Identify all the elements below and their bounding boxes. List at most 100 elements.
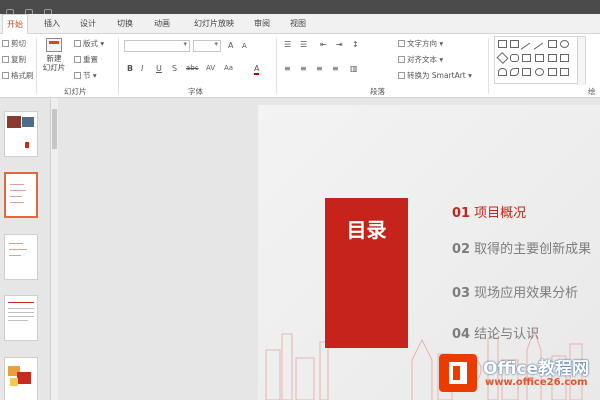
ribbon-tabs: 开始 插入 设计 切换 动画 幻灯片放映 审阅 视图	[0, 14, 600, 35]
shrink-font-button[interactable]: A	[242, 42, 247, 50]
copy-button[interactable]: 复制	[2, 54, 26, 65]
section-icon	[74, 72, 81, 79]
justify-icon[interactable]: ≡	[332, 64, 339, 73]
toc-item-number: 03	[452, 286, 471, 301]
text-direction-icon	[398, 40, 405, 47]
tab-animations[interactable]: 动画	[150, 14, 174, 34]
tab-slideshow[interactable]: 幻灯片放映	[190, 14, 238, 34]
section-button[interactable]: 节 ▾	[74, 70, 97, 81]
textbox-shape-icon[interactable]	[498, 40, 507, 48]
powerpoint-window: 开始 插入 设计 切换 动画 幻灯片放映 审阅 视图 剪切 复制 格式刷 新建 …	[0, 0, 600, 400]
underline-button[interactable]: U	[156, 64, 162, 73]
tab-home[interactable]: 开始	[2, 14, 28, 35]
smartart-label: 转换为 SmartArt	[407, 71, 466, 80]
italic-button[interactable]: I	[141, 64, 143, 73]
scroll-thumb[interactable]	[52, 109, 57, 149]
text-direction-button[interactable]: 文字方向 ▾	[398, 38, 443, 49]
scissors-icon	[2, 40, 9, 47]
font-name-select[interactable]	[124, 40, 190, 52]
smartart-button[interactable]: 转换为 SmartArt ▾	[398, 70, 472, 81]
divider	[36, 38, 37, 94]
tab-view[interactable]: 视图	[286, 14, 310, 34]
elbow-connector-icon[interactable]	[535, 54, 544, 62]
toc-item-text: 现场应用效果分析	[474, 286, 579, 301]
brush-icon	[2, 72, 9, 79]
shadow-button[interactable]: S	[172, 64, 177, 73]
columns-icon[interactable]: ▥	[350, 64, 358, 73]
new-slide-icon	[46, 38, 62, 52]
align-right-icon[interactable]: ≡	[316, 64, 323, 73]
toc-title: 目录	[346, 218, 387, 242]
format-painter-label: 格式刷	[11, 71, 34, 80]
title-bar	[0, 0, 600, 17]
copy-icon	[2, 56, 9, 63]
triangle-shape-icon[interactable]	[522, 54, 531, 62]
format-painter-button[interactable]: 格式刷	[2, 70, 34, 81]
slide-thumbnail-selected[interactable]	[4, 172, 38, 218]
grow-font-button[interactable]: A	[228, 41, 233, 50]
toc-item-number: 02	[452, 242, 471, 257]
thumbnail-scrollbar[interactable]	[50, 99, 58, 400]
font-size-select[interactable]	[193, 40, 221, 52]
brace-shape-icon[interactable]	[522, 68, 531, 76]
oval-shape-icon[interactable]	[560, 40, 569, 48]
numbering-icon[interactable]: ☰	[300, 40, 307, 49]
slide-thumbnail[interactable]	[4, 111, 38, 157]
slide-thumbnail[interactable]	[4, 234, 38, 280]
bold-button[interactable]: B	[127, 64, 133, 73]
align-text-button[interactable]: 对齐文本 ▾	[398, 54, 443, 65]
smartart-icon	[398, 72, 405, 79]
ribbon: 剪切 复制 格式刷 新建 幻灯片 版式 ▾ 重置 节 ▾ 幻灯片 A A B I…	[0, 34, 600, 98]
quick-access-toolbar	[6, 2, 66, 17]
cut-label: 剪切	[11, 39, 26, 48]
align-left-icon[interactable]: ≡	[284, 64, 291, 73]
reset-icon	[74, 56, 81, 63]
toc-item-number: 01	[452, 206, 471, 221]
divider	[276, 38, 277, 94]
arc-shape-icon[interactable]	[498, 68, 507, 76]
char-spacing-button[interactable]: AV	[206, 64, 215, 72]
toc-item-2: 02 取得的主要创新成果	[452, 238, 591, 257]
new-slide-button[interactable]: 新建 幻灯片	[40, 38, 68, 72]
toc-item-text: 项目概况	[474, 206, 527, 221]
gallery-scroll[interactable]	[577, 37, 585, 85]
slide-thumbnail[interactable]	[4, 357, 38, 400]
rectangle-shape-icon[interactable]	[548, 40, 557, 48]
slide-thumbnail[interactable]	[4, 295, 38, 341]
shapes-gallery[interactable]	[494, 36, 586, 85]
align-center-icon[interactable]: ≡	[300, 64, 307, 73]
callout-shape-icon[interactable]	[560, 68, 569, 76]
watermark-url: www.office26.com	[485, 377, 588, 388]
decrease-indent-icon[interactable]: ⇤	[320, 40, 327, 49]
copy-label: 复制	[11, 55, 26, 64]
bullets-icon[interactable]: ☰	[284, 40, 291, 49]
layout-label: 版式	[83, 39, 98, 48]
group-label-slides: 幻灯片	[64, 87, 87, 96]
office-logo-icon	[439, 354, 477, 392]
toc-item-number: 04	[452, 327, 471, 342]
layout-button[interactable]: 版式 ▾	[74, 38, 104, 49]
group-label-paragraph: 段落	[370, 87, 385, 96]
section-label: 节	[83, 71, 91, 80]
textbox-vertical-shape-icon[interactable]	[510, 40, 519, 48]
change-case-button[interactable]: Aa	[224, 64, 233, 72]
rounded-rect-shape-icon[interactable]	[510, 54, 519, 62]
reset-button[interactable]: 重置	[74, 54, 98, 65]
tab-review[interactable]: 审阅	[250, 14, 274, 34]
font-color-button[interactable]: A	[254, 64, 260, 75]
diamond-shape-icon[interactable]	[496, 51, 509, 65]
curve-shape-icon[interactable]	[510, 68, 519, 76]
strikethrough-button[interactable]: abc	[186, 64, 199, 72]
tab-transitions[interactable]: 切换	[113, 14, 137, 34]
group-label-font: 字体	[188, 87, 203, 96]
cut-button[interactable]: 剪切	[2, 38, 26, 49]
increase-indent-icon[interactable]: ⇥	[336, 40, 343, 49]
arrow-right-shape-icon[interactable]	[548, 54, 557, 62]
arrow-down-shape-icon[interactable]	[560, 54, 569, 62]
smiley-shape-icon[interactable]	[535, 68, 544, 76]
tab-design[interactable]: 设计	[76, 14, 100, 34]
line-spacing-icon[interactable]: ↕	[352, 40, 359, 49]
tab-insert[interactable]: 插入	[40, 14, 64, 34]
star-shape-icon[interactable]	[548, 68, 557, 76]
slide-thumbnail-pane	[0, 99, 56, 400]
